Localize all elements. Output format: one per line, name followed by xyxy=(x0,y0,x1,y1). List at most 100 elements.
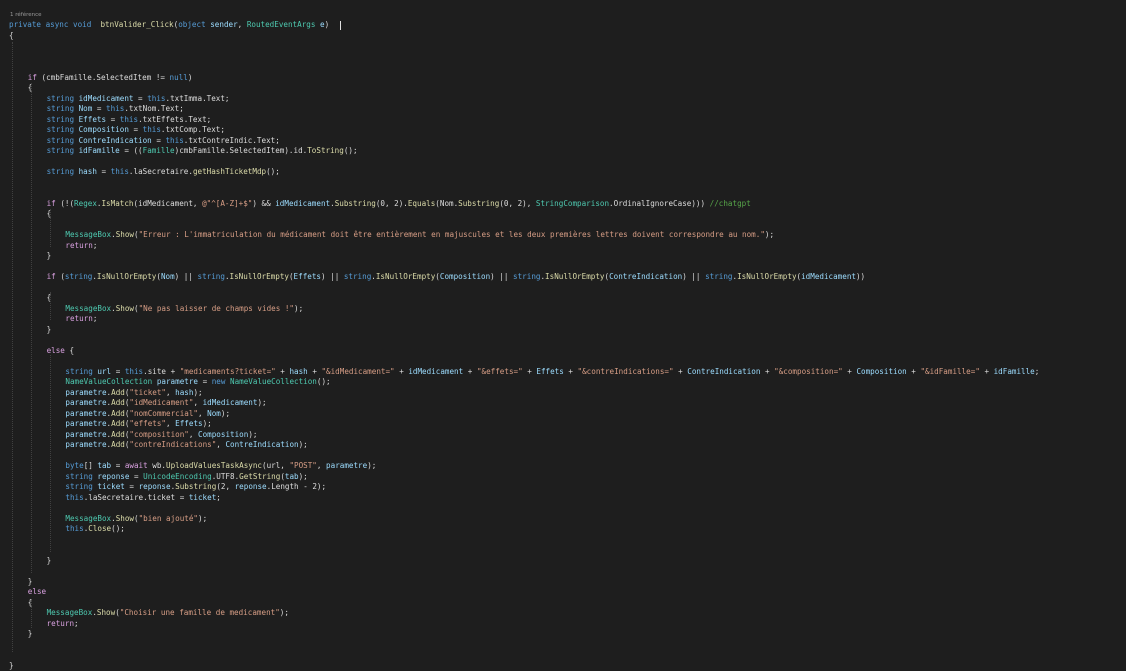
code-token: "effets" xyxy=(129,419,166,428)
code-token: Add xyxy=(111,409,125,418)
code-token: "Ne pas laisser de champs vides !" xyxy=(139,304,294,313)
code-token: async xyxy=(46,20,69,29)
code-token: return xyxy=(65,314,92,323)
codelens-reference-count[interactable]: 1 référence xyxy=(10,12,42,18)
code-token: + xyxy=(843,367,857,376)
code-token: parametre xyxy=(157,377,198,386)
code-token: if xyxy=(47,272,56,281)
code-line[interactable]: if (string.IsNullOrEmpty(Nom) || string.… xyxy=(47,272,866,283)
code-line[interactable]: parametre.Add("nomCommercial", Nom); xyxy=(65,409,230,420)
code-line[interactable]: string reponse = UnicodeEncoding.UTF8.Ge… xyxy=(65,472,307,483)
code-line[interactable]: if (cmbFamille.SelectedItem != null) xyxy=(28,73,193,84)
code-token: ) && xyxy=(252,199,275,208)
code-token: hash xyxy=(79,167,97,176)
code-line[interactable]: parametre.Add("contreIndications", Contr… xyxy=(65,440,307,451)
code-token: return xyxy=(47,619,74,628)
code-token: void xyxy=(73,20,91,29)
code-line[interactable]: string Effets = this.txtEffets.Text; xyxy=(47,115,212,126)
code-token: Show xyxy=(97,608,115,617)
code-token: ); xyxy=(294,304,303,313)
code-line[interactable]: return; xyxy=(65,241,97,252)
code-line[interactable]: return; xyxy=(65,314,97,325)
code-token: Effets xyxy=(536,367,563,376)
code-token: string xyxy=(65,482,92,491)
code-line[interactable]: } xyxy=(9,661,14,671)
code-token: string xyxy=(344,272,371,281)
code-line[interactable]: string idMedicament = this.txtImma.Text; xyxy=(47,94,230,105)
code-token: (idMedicament, xyxy=(134,199,203,208)
code-line[interactable]: MessageBox.Show("bien ajouté"); xyxy=(65,514,207,525)
code-token: .txtImma.Text; xyxy=(166,94,230,103)
text-caret xyxy=(340,21,341,30)
code-token: ; xyxy=(93,314,98,323)
code-line[interactable]: MessageBox.Show("Ne pas laisser de champ… xyxy=(65,304,303,315)
code-token: reponse xyxy=(235,482,267,491)
code-token: , xyxy=(317,461,326,470)
code-token: parametre xyxy=(326,461,367,470)
code-token: + xyxy=(760,367,774,376)
code-line[interactable]: MessageBox.Show("Erreur : L'immatriculat… xyxy=(65,230,774,241)
code-token: Famille xyxy=(143,146,175,155)
code-line[interactable]: string ContreIndication = this.txtContre… xyxy=(47,136,280,147)
code-line[interactable]: } xyxy=(28,577,33,588)
code-token: string xyxy=(65,367,92,376)
code-line[interactable]: string Nom = this.txtNom.Text; xyxy=(47,104,184,115)
code-line[interactable]: parametre.Add("idMedicament", idMedicame… xyxy=(65,398,266,409)
code-token: string xyxy=(198,272,225,281)
code-token: (0, 2). xyxy=(376,199,408,208)
code-line[interactable]: this.laSecretaire.ticket = ticket; xyxy=(65,493,220,504)
code-line[interactable]: this.Close(); xyxy=(65,524,124,535)
code-token: (); xyxy=(344,146,358,155)
code-line[interactable]: parametre.Add("composition", Composition… xyxy=(65,430,257,441)
code-token: + xyxy=(463,367,477,376)
code-token: "medicaments?ticket=" xyxy=(180,367,276,376)
indent-guide xyxy=(50,292,52,320)
code-token: ); xyxy=(257,398,266,407)
code-token: string xyxy=(47,136,74,145)
code-token: ) || xyxy=(490,272,513,281)
code-token: Show xyxy=(116,230,134,239)
code-token: ); xyxy=(280,608,289,617)
code-line[interactable]: parametre.Add("ticket", hash); xyxy=(65,388,202,399)
code-token: = xyxy=(97,167,111,176)
code-line[interactable]: parametre.Add("effets", Effets); xyxy=(65,419,211,430)
code-token: + xyxy=(980,367,994,376)
code-line[interactable]: } xyxy=(47,556,52,567)
code-token: + xyxy=(523,367,537,376)
code-token: Substring xyxy=(335,199,376,208)
code-line[interactable]: string idFamille = ((Famille)cmbFamille.… xyxy=(47,146,358,157)
code-token: ) xyxy=(325,20,330,29)
code-line[interactable]: else xyxy=(28,587,46,598)
code-token: UnicodeEncoding xyxy=(143,472,212,481)
code-token: = xyxy=(129,125,143,134)
code-line[interactable]: } xyxy=(47,325,52,336)
code-line[interactable]: { xyxy=(9,31,14,42)
code-line[interactable]: string hash = this.laSecretaire.getHashT… xyxy=(47,167,280,178)
code-token: = xyxy=(133,94,147,103)
code-token: Equals xyxy=(408,199,435,208)
code-editor[interactable]: 1 référence private async void btnValide… xyxy=(0,0,1126,669)
code-token: Close xyxy=(88,524,111,533)
code-line[interactable]: NameValueCollection parametre = new Name… xyxy=(65,377,330,388)
code-line[interactable]: } xyxy=(47,251,52,262)
code-line[interactable]: MessageBox.Show("Choisir une famille de … xyxy=(47,608,289,619)
code-token: .txtEffets.Text; xyxy=(138,115,211,124)
code-line[interactable]: string Composition = this.txtComp.Text; xyxy=(47,125,225,136)
code-token: IsNullOrEmpty xyxy=(545,272,604,281)
code-token: Effets xyxy=(294,272,321,281)
code-token: hash xyxy=(289,367,307,376)
code-line[interactable]: } xyxy=(28,629,33,640)
code-line[interactable]: string ticket = reponse.Substring(2, rep… xyxy=(65,482,326,493)
indent-guide xyxy=(50,355,52,552)
code-line[interactable]: return; xyxy=(47,619,79,630)
code-token: ContreIndication xyxy=(609,272,682,281)
code-token: parametre xyxy=(65,440,106,449)
code-token: ) || xyxy=(682,272,705,281)
code-line[interactable]: string url = this.site + "medicaments?ti… xyxy=(65,367,1039,378)
code-line[interactable]: private async void btnValider_Click(obje… xyxy=(9,20,329,31)
code-token: .txtComp.Text; xyxy=(161,125,225,134)
code-token: ticket xyxy=(189,493,216,502)
code-line[interactable]: byte[] tab = await wb.UploadValuesTaskAs… xyxy=(65,461,376,472)
code-token: this xyxy=(165,136,183,145)
code-line[interactable]: if (!(Regex.IsMatch(idMedicament, @"^[A-… xyxy=(47,199,751,210)
